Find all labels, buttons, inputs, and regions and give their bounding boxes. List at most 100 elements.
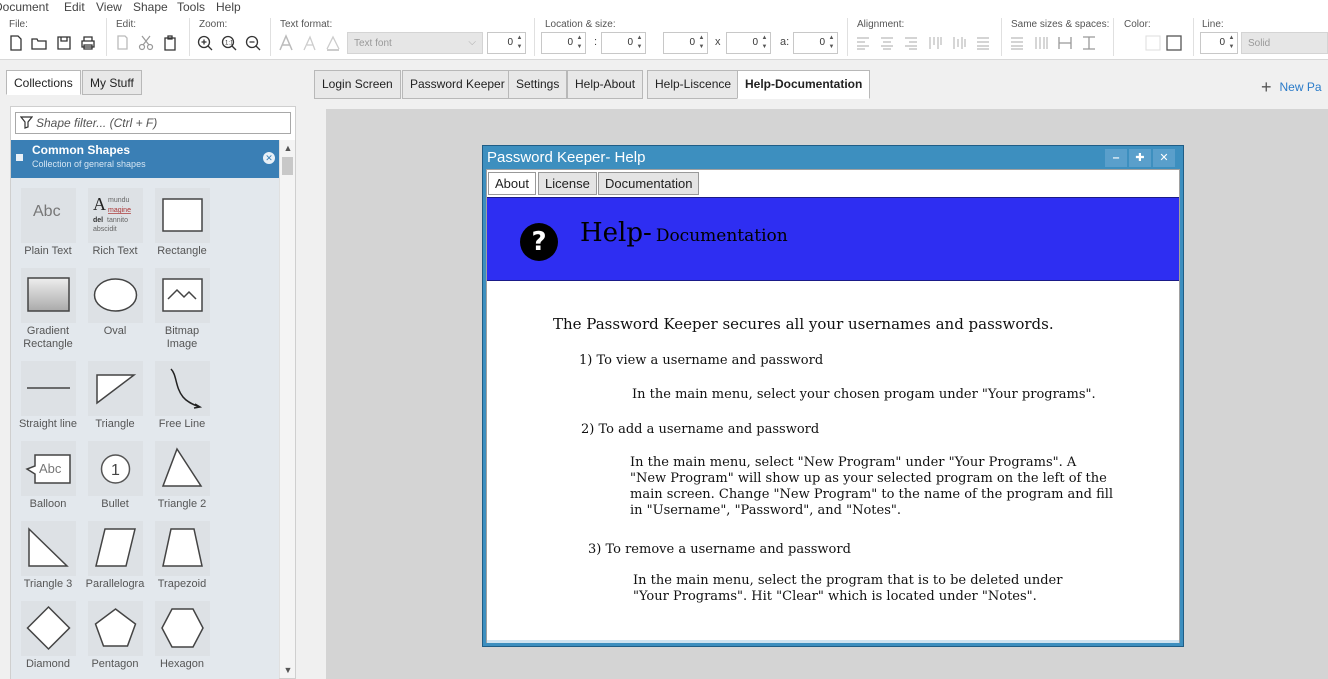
menu-help[interactable]: Help — [216, 0, 241, 14]
close-icon[interactable]: ✕ — [263, 152, 275, 164]
triangle-3-icon — [20, 521, 76, 576]
align-right-icon[interactable] — [902, 34, 920, 52]
tab-my-stuff[interactable]: My Stuff — [82, 70, 142, 95]
toolbar: File: Edit: Zoom: 1:1 Text format: Text … — [0, 14, 1328, 60]
shape-pentagon[interactable]: Pentagon — [84, 601, 146, 671]
line-style-combo[interactable]: Solid — [1241, 32, 1328, 54]
shape-triangle[interactable]: Triangle — [84, 361, 146, 431]
height-spinner[interactable]: 0 ▲ ▼ — [726, 32, 771, 54]
line-width-spinner[interactable]: 0 ▲ ▼ — [1200, 32, 1238, 54]
shape-rectangle[interactable]: Rectangle — [151, 188, 213, 258]
zoom-in-icon[interactable] — [196, 34, 214, 52]
print-icon[interactable] — [79, 34, 97, 52]
align-center-icon[interactable] — [878, 34, 896, 52]
paste-icon[interactable] — [161, 34, 179, 52]
shape-gradient-rectangle[interactable]: Gradient Rectangle — [17, 268, 79, 351]
oval-icon — [87, 268, 143, 323]
shape-hexagon[interactable]: Hexagon — [151, 601, 213, 671]
trapezoid-icon — [154, 521, 210, 576]
align-bottom-icon[interactable] — [974, 34, 992, 52]
shapes-scrollbar[interactable]: ▲ ▼ — [279, 140, 295, 678]
straight-line-icon — [20, 361, 76, 416]
minimize-icon[interactable]: ‒ — [1105, 149, 1127, 167]
tab-login-screen[interactable]: Login Screen — [314, 70, 401, 99]
tab-documentation[interactable]: Documentation — [598, 172, 700, 195]
svg-text:A: A — [93, 194, 106, 214]
svg-text:1: 1 — [111, 462, 120, 479]
shape-parallelogram[interactable]: Parallelogra — [84, 521, 146, 591]
menu-document[interactable]: Document — [0, 0, 49, 14]
shape-balloon[interactable]: Abc Balloon — [17, 441, 79, 511]
zoom-fit-icon[interactable]: 1:1 — [220, 34, 238, 52]
align-left-icon[interactable] — [854, 34, 872, 52]
text-background-icon[interactable] — [324, 34, 342, 52]
shape-filter-input[interactable]: Shape filter... (Ctrl + F) — [15, 112, 291, 134]
help-window: Password Keeper- Help ‒ ✚ ✕ About Licens… — [482, 145, 1184, 647]
shape-free-line[interactable]: Free Line — [151, 361, 213, 431]
font-color-icon[interactable] — [277, 34, 295, 52]
tab-collections[interactable]: Collections — [6, 70, 81, 95]
collapse-icon[interactable] — [16, 154, 23, 161]
shape-rich-text[interactable]: A mundu magine del tannito abscidit Rich… — [84, 188, 146, 258]
save-icon[interactable] — [55, 34, 73, 52]
shape-triangle-3[interactable]: Triangle 3 — [17, 521, 79, 591]
open-folder-icon[interactable] — [30, 34, 48, 52]
vertical-space-icon[interactable] — [1080, 34, 1098, 52]
angle-spinner[interactable]: 0 ▲ ▼ — [793, 32, 838, 54]
location-y-spinner[interactable]: 0 ▲ ▼ — [601, 32, 646, 54]
tab-help-documentation[interactable]: Help-Documentation — [737, 70, 871, 99]
rectangle-icon — [154, 188, 210, 243]
line-color-icon[interactable] — [1165, 34, 1183, 52]
font-combo[interactable]: Text font ⌵ — [347, 32, 483, 54]
scroll-up-icon[interactable]: ▲ — [282, 142, 294, 154]
line-label: Line: — [1202, 19, 1224, 30]
menu-tools[interactable]: Tools — [177, 0, 205, 14]
edit-label: Edit: — [116, 19, 137, 30]
tab-license[interactable]: License — [538, 172, 597, 195]
shape-oval[interactable]: Oval — [84, 268, 146, 338]
common-shapes-header[interactable]: Common Shapes Collection of general shap… — [11, 140, 279, 178]
tab-about[interactable]: About — [488, 172, 536, 195]
scroll-thumb[interactable] — [282, 157, 293, 175]
parallelogram-icon — [87, 521, 143, 576]
shape-straight-line[interactable]: Straight line — [17, 361, 79, 431]
same-width-icon[interactable] — [1008, 34, 1026, 52]
font-style-icon[interactable] — [300, 34, 318, 52]
same-height-icon[interactable] — [1032, 34, 1050, 52]
zoom-out-icon[interactable] — [244, 34, 262, 52]
close-icon[interactable]: ✕ — [1153, 149, 1175, 167]
tab-settings[interactable]: Settings — [508, 70, 568, 99]
align-middle-icon[interactable] — [950, 34, 968, 52]
tab-help-liscence[interactable]: Help-Liscence — [647, 70, 740, 99]
group-title: Common Shapes — [32, 143, 131, 157]
shape-bullet[interactable]: 1 Bullet — [84, 441, 146, 511]
section-2-line-3: main screen. Change "New Program" to the… — [630, 487, 1114, 502]
tab-password-keeper[interactable]: Password Keeper — [402, 70, 513, 99]
shape-diamond[interactable]: Diamond — [17, 601, 79, 671]
menu-edit[interactable]: Edit — [64, 0, 85, 14]
scroll-down-icon[interactable]: ▼ — [282, 664, 294, 676]
location-x-spinner[interactable]: 0 ▲ ▼ — [541, 32, 586, 54]
balloon-icon: Abc — [20, 441, 76, 496]
gradient-rectangle-icon — [20, 268, 76, 323]
font-size-spinner[interactable]: 0 ▲ ▼ — [487, 32, 526, 54]
new-file-icon[interactable] — [7, 34, 25, 52]
width-spinner[interactable]: 0 ▲ ▼ — [663, 32, 708, 54]
shape-trapezoid[interactable]: Trapezoid — [151, 521, 213, 591]
align-top-icon[interactable] — [926, 34, 944, 52]
shape-triangle-2[interactable]: Triangle 2 — [151, 441, 213, 511]
tab-help-about[interactable]: Help-About — [567, 70, 644, 99]
fill-color-icon[interactable] — [1144, 34, 1162, 52]
section-1-text: In the main menu, select your chosen pro… — [632, 387, 1096, 402]
shape-plain-text[interactable]: Abc Plain Text — [17, 188, 79, 258]
menu-shape[interactable]: Shape — [133, 0, 168, 14]
section-2-line-4: in "Username", "Password", and "Notes". — [630, 503, 901, 518]
menu-view[interactable]: View — [96, 0, 122, 14]
maximize-icon[interactable]: ✚ — [1129, 149, 1151, 167]
new-page-button[interactable]: + New Pa — [1261, 75, 1322, 97]
horizontal-space-icon[interactable] — [1056, 34, 1074, 52]
cut-icon[interactable] — [137, 34, 155, 52]
copy-icon[interactable] — [113, 34, 131, 52]
help-banner: ? Help- Documentation — [487, 197, 1179, 281]
shape-bitmap-image[interactable]: Bitmap Image — [151, 268, 213, 351]
